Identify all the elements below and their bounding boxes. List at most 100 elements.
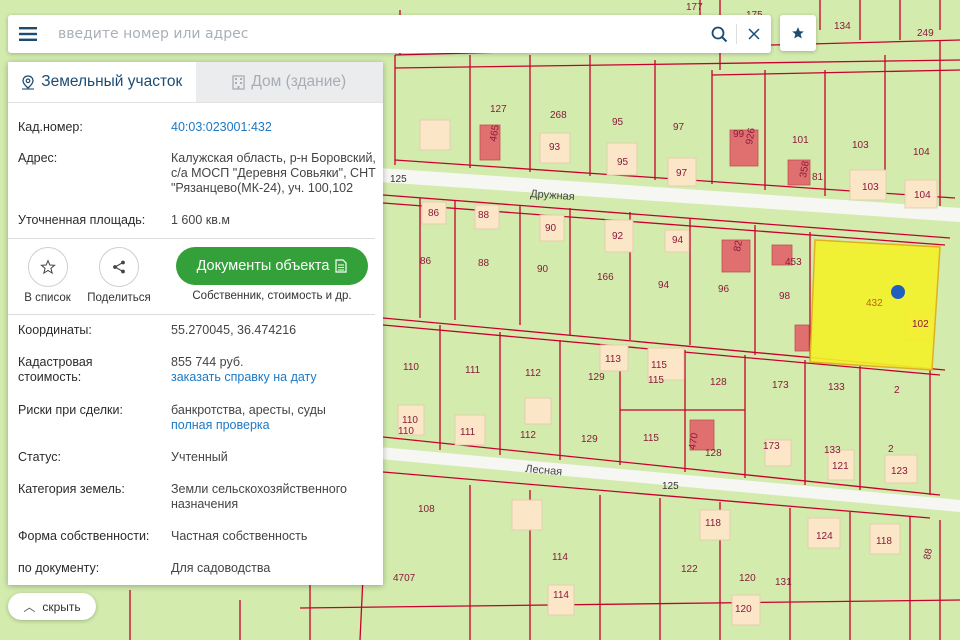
- parcel-number-label: 86: [428, 208, 440, 219]
- tab-building[interactable]: Дом (здание): [195, 62, 383, 102]
- coords-label: Координаты:: [18, 323, 92, 337]
- parcel-number-label: 92: [612, 231, 624, 242]
- parcel-number-label: 94: [658, 280, 670, 291]
- location-marker[interactable]: [891, 285, 905, 299]
- star-icon: [792, 27, 804, 39]
- object-documents-label: Документы объекта: [196, 258, 330, 274]
- parcel-number-label: 173: [772, 380, 789, 391]
- chevron-up-icon: ︿: [23, 600, 36, 614]
- search-bar: [8, 15, 771, 53]
- parcel-number-label: 101: [792, 135, 809, 146]
- parcel-number-label: 111: [465, 365, 481, 376]
- tab-land-plot[interactable]: Земельный участок: [8, 62, 196, 102]
- share-icon: [113, 260, 125, 274]
- parcel-number-label: 134: [834, 21, 851, 32]
- coords-value: 55.270045, 36.474216: [171, 323, 297, 337]
- parcel-number-label: 173: [763, 441, 780, 452]
- road-label: 125: [662, 481, 679, 492]
- parcel-number-label: 102: [912, 319, 929, 330]
- parcel-number-label: 113: [605, 354, 621, 365]
- parcel-number-label: 112: [520, 430, 536, 441]
- cad-value: 855 744 руб. заказать справку на дату: [171, 355, 381, 385]
- share-label: Поделиться: [87, 292, 151, 304]
- parcel-number-label: 104: [913, 147, 930, 158]
- parcel-number-label: 133: [828, 382, 845, 393]
- cad-value-label-line: Кадастровая: [18, 355, 93, 369]
- address-line: "Рязанцево(МК-24), уч. 100,102: [171, 181, 354, 195]
- ownership-label: Форма собственности:: [18, 529, 150, 543]
- parcel-number-label: 103: [862, 182, 879, 193]
- ownership-value: Частная собственность: [171, 529, 308, 543]
- divider: [8, 238, 375, 239]
- order-certificate-link[interactable]: заказать справку на дату: [171, 370, 381, 385]
- parcel-number-label: 112: [525, 368, 541, 379]
- cad-value-label-line: стоимость:: [18, 370, 82, 384]
- parcel-number-label: 123: [891, 466, 908, 477]
- hide-panel-label: скрыть: [42, 599, 81, 614]
- parcel-number-label: 115: [651, 360, 667, 371]
- parcel-number-label: 110: [402, 415, 418, 426]
- parcel-number-label: 93: [549, 142, 561, 153]
- hamburger-icon: [19, 27, 37, 41]
- cad-number-label: Кад.номер:: [18, 120, 83, 134]
- parcel-number-label: 111: [460, 427, 476, 438]
- parcel-number-label: 2: [888, 444, 894, 455]
- parcel-number-label: 98: [779, 291, 791, 302]
- add-to-list-button[interactable]: [27, 247, 68, 287]
- add-to-list-label: В список: [24, 292, 71, 304]
- parcel-number-label: 128: [710, 377, 727, 388]
- panel-tabs: Земельный участок Дом (здание): [8, 62, 383, 103]
- close-icon: [748, 28, 760, 40]
- search-input[interactable]: [48, 16, 702, 52]
- full-check-link[interactable]: полная проверка: [171, 418, 381, 433]
- clear-button[interactable]: [737, 15, 771, 53]
- land-category-value: Земли сельскохозяйственного назначения: [171, 482, 381, 512]
- cad-number-link[interactable]: 40:03:023001:432: [171, 120, 381, 135]
- status-value: Учтенный: [171, 450, 228, 464]
- parcel-number-label: 124: [816, 531, 833, 542]
- address-value: Калужская область, р-н Боровский, с/а МО…: [171, 151, 381, 196]
- parcel-number-label: 249: [917, 28, 934, 39]
- address-line: Калужская область, р-н Боровский,: [171, 151, 376, 165]
- parcel-number-label: 115: [648, 375, 664, 386]
- parcel-number-label: 108: [418, 504, 435, 515]
- object-documents-subtitle: Собственник, стоимость и др.: [192, 290, 352, 302]
- by-document-label: по документу:: [18, 561, 100, 575]
- parcel-number-label: 104: [914, 190, 931, 201]
- parcel-number-label: 99: [733, 129, 745, 140]
- by-document-value: Для садоводства: [171, 561, 271, 575]
- parcel-number-label: 120: [739, 573, 756, 584]
- star-outline-icon: [39, 259, 56, 275]
- object-documents-button[interactable]: Документы объекта: [176, 247, 368, 285]
- land-category-line: Земли сельскохозяйственного: [171, 482, 347, 496]
- tab-building-label: Дом (здание): [251, 73, 347, 90]
- hide-panel-button[interactable]: ︿ скрыть: [8, 593, 96, 620]
- parcel-number-label: 118: [876, 536, 892, 547]
- divider: [8, 314, 375, 315]
- parcel-number-label: 114: [553, 590, 569, 601]
- parcel-number-label: 114: [552, 552, 568, 563]
- document-icon: [335, 259, 348, 273]
- parcel-info-panel: Земельный участок Дом (здание) Кад.номер…: [8, 62, 383, 585]
- parcel-number-label: 128: [705, 448, 722, 459]
- parcel-number-label: 166: [597, 272, 614, 283]
- area-label: Уточненная площадь:: [18, 213, 146, 227]
- land-category-line: назначения: [171, 497, 239, 511]
- parcel-number-label: 2: [894, 385, 900, 396]
- share-button[interactable]: [99, 247, 139, 287]
- parcel-number-label: 118: [705, 518, 721, 529]
- parcel-number-label: 86: [420, 256, 432, 267]
- cad-value-amount: 855 744 руб.: [171, 355, 244, 369]
- parcel-number-label: 81: [812, 172, 824, 183]
- search-button[interactable]: [702, 15, 736, 53]
- selected-parcel-label: 432: [866, 298, 883, 309]
- parcel-number-label: 95: [612, 117, 624, 128]
- parcel-number-label: 129: [581, 434, 598, 445]
- menu-button[interactable]: [8, 15, 48, 53]
- building-icon: [232, 74, 245, 90]
- parcel-number-label: 95: [617, 157, 629, 168]
- tab-land-plot-label: Земельный участок: [41, 73, 183, 90]
- parcel-number-label: 103: [852, 140, 869, 151]
- favorites-button[interactable]: [780, 15, 816, 51]
- parcel-number-label: 453: [785, 257, 802, 268]
